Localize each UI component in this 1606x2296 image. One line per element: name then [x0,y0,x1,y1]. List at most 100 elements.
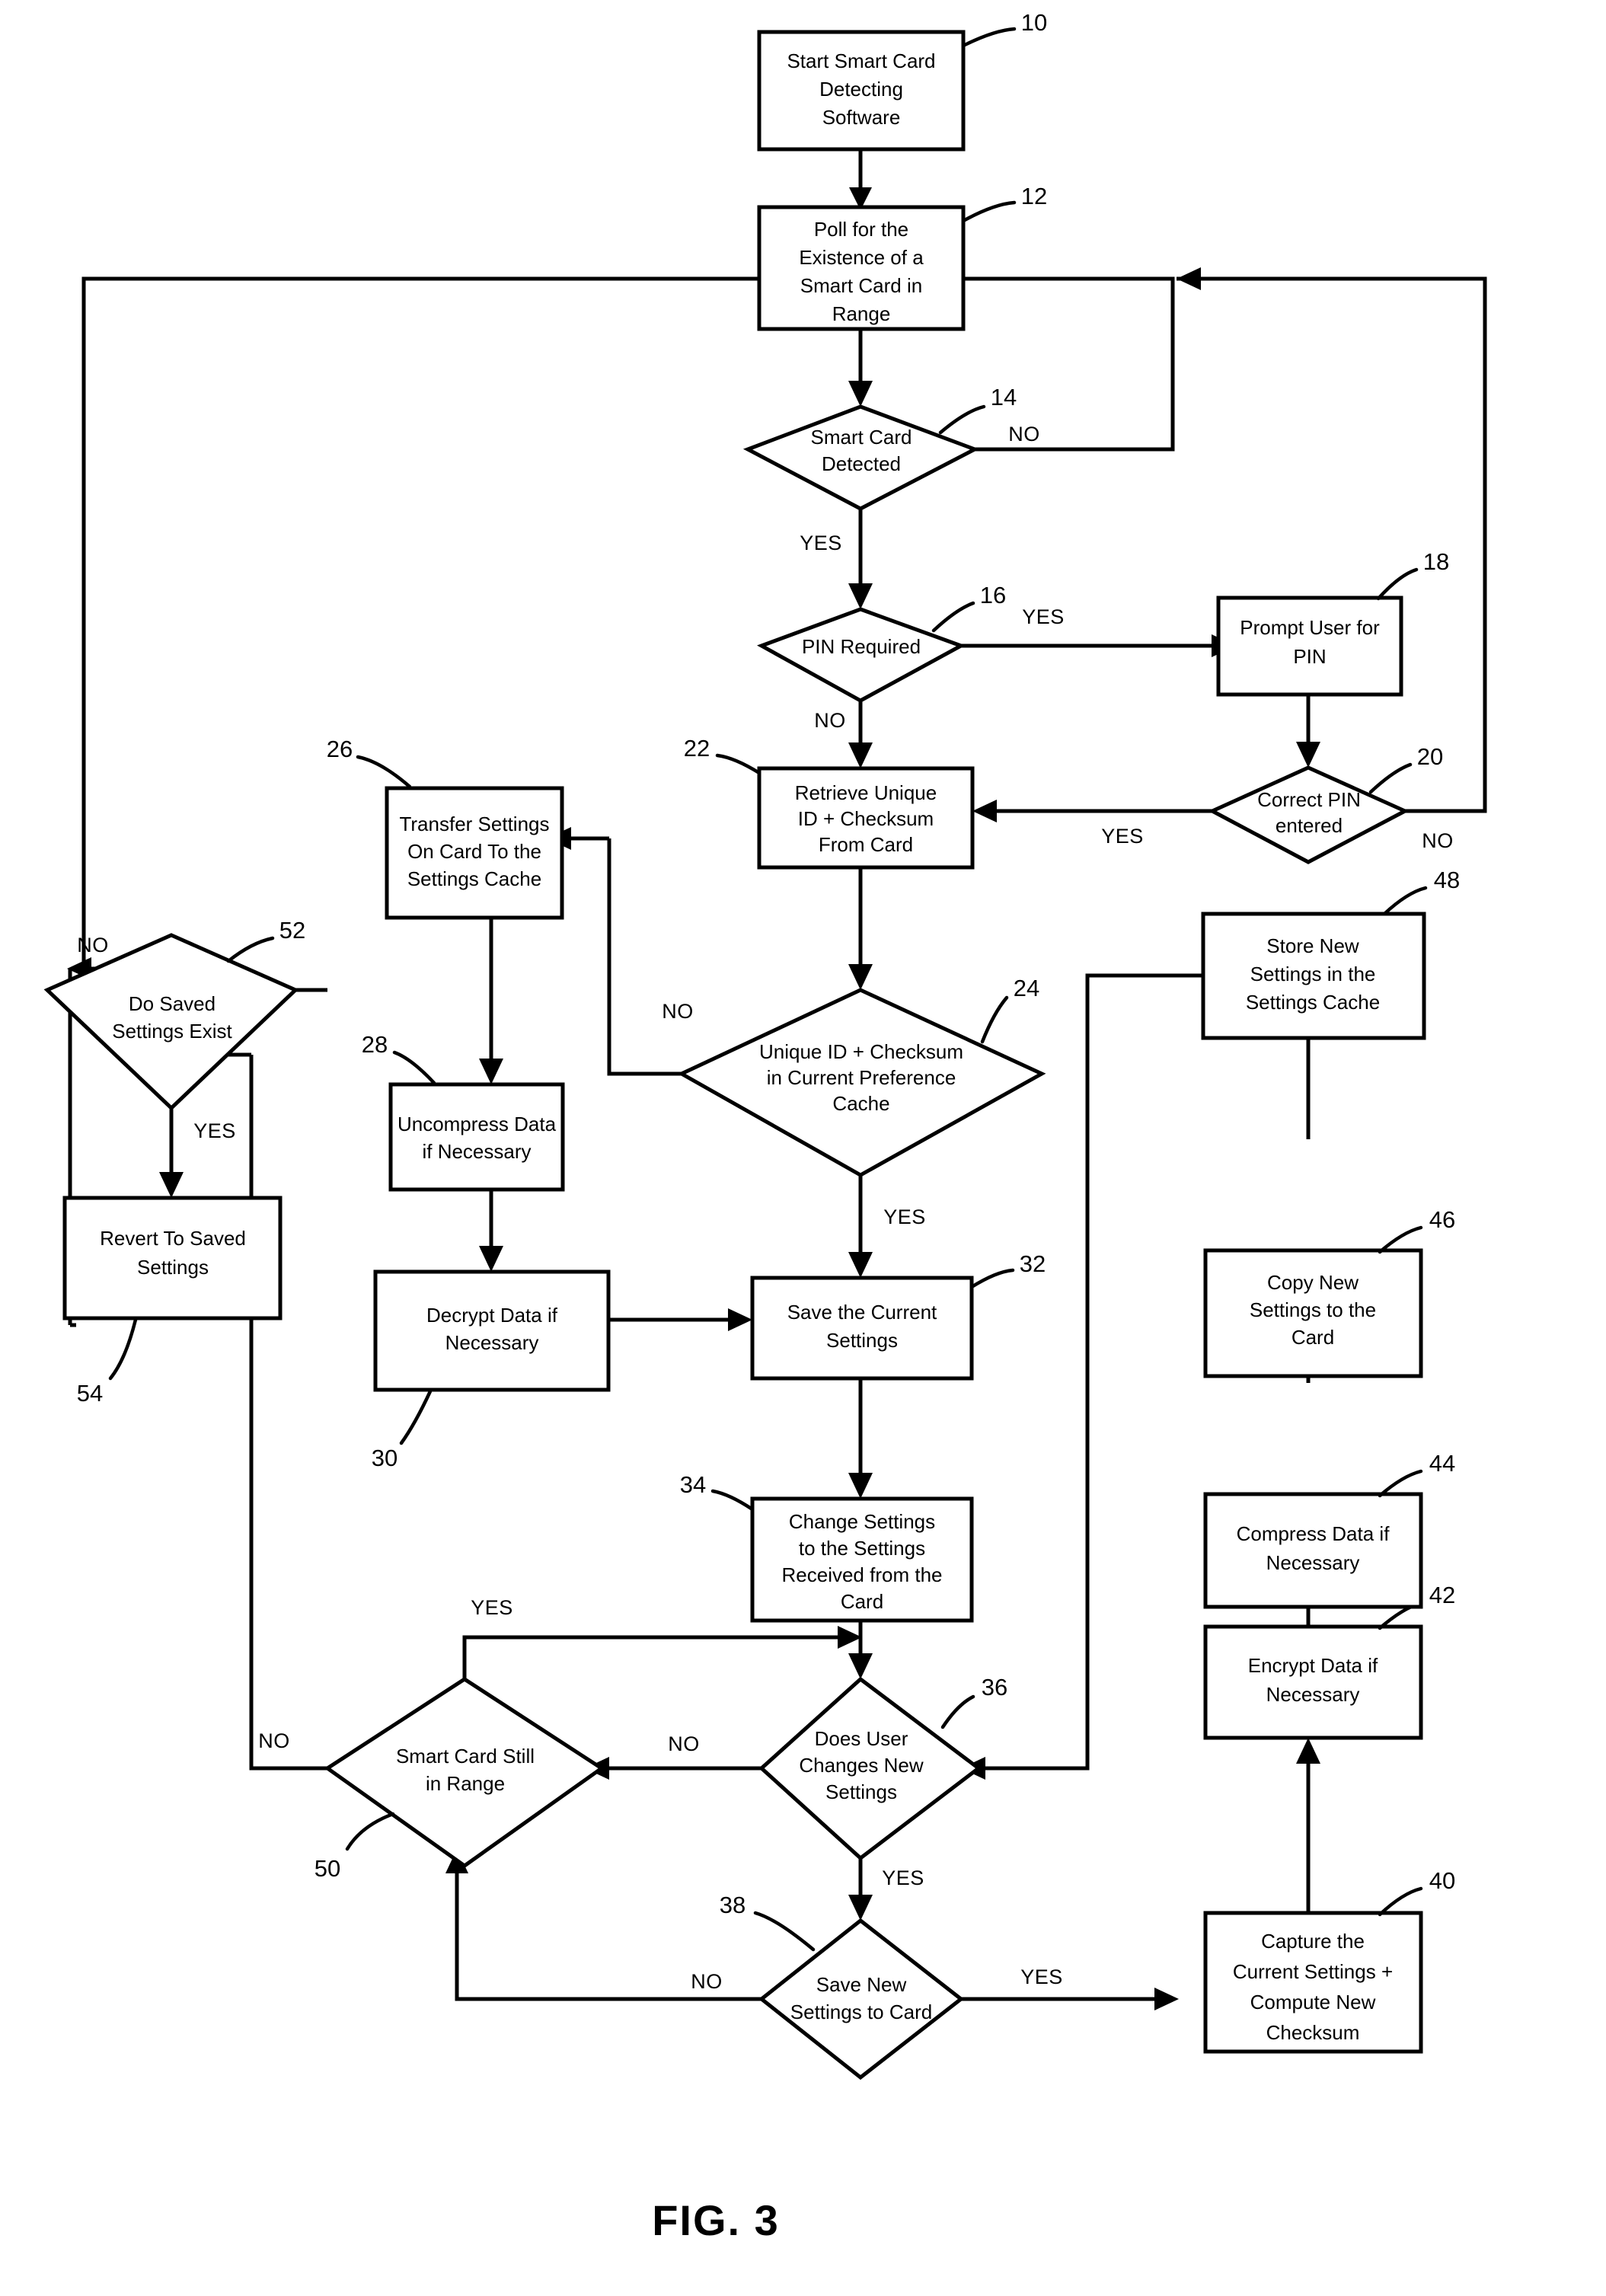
arrowhead-transfer-to-uncompress [479,1059,503,1084]
arrowhead-savedexist-yes [159,1172,184,1198]
node-smart-card-detected[interactable]: Smart Card Detected 14 [742,384,1017,511]
ref-number: 50 [314,1855,340,1882]
leader-line [940,1694,975,1729]
node-label-line: Settings [825,1780,897,1803]
node-prompt-user-for-pin[interactable]: Prompt User for PIN 18 [1216,548,1449,697]
node-label-line: Necessary [1266,1551,1360,1574]
ref-number: 24 [1014,975,1039,1001]
edge-label-still-in-range-no: NO [258,1729,290,1752]
node-poll-for-existence-of-smart-card[interactable]: Poll for the Existence of a Smart Card i… [757,183,1047,331]
node-correct-pin-entered[interactable]: Correct PIN entered 20 [1208,743,1443,864]
arrowhead-uncompress-to-decrypt [479,1246,503,1272]
node-store-new-settings-in-cache[interactable]: Store New Settings in the Settings Cache… [1201,867,1460,1040]
ref-number: 44 [1429,1450,1455,1477]
node-label-line: On Card To the [407,840,541,863]
node-capture-current-settings[interactable]: Capture the Current Settings + Compute N… [1203,1867,1455,2054]
node-label-line: Decrypt Data if [426,1304,558,1327]
ref-number: 18 [1423,548,1449,575]
node-transfer-settings-to-cache[interactable]: Transfer Settings On Card To the Setting… [327,736,564,920]
node-decrypt-data[interactable]: Decrypt Data if Necessary 30 [372,1269,611,1471]
node-label-line: if Necessary [422,1140,531,1163]
node-label-line: Smart Card Still [396,1745,535,1768]
node-label-line: to the Settings [799,1537,925,1560]
node-label-line: Card [841,1590,883,1613]
node-label-line: Settings [826,1329,898,1352]
node-label-line: Detected [822,452,901,475]
arrowhead-pin-required-no [848,742,873,768]
node-label-line: Settings to Card [790,2001,932,2023]
node-label-line: Transfer Settings [399,813,549,835]
ref-number: 10 [1021,9,1047,36]
node-label-line: Settings in the [1250,963,1376,985]
node-does-user-change-new-settings[interactable]: Does User Changes New Settings 36 [758,1674,1007,1861]
node-label-line: Encrypt Data if [1248,1654,1378,1677]
node-label-line: ID + Checksum [798,807,934,830]
node-label-line: Current Settings + [1233,1960,1393,1983]
edge-label-still-in-range-yes: YES [471,1596,513,1619]
leader-line [1378,1469,1423,1498]
ref-number: 20 [1417,743,1443,770]
node-label-line: Start Smart Card [787,49,935,72]
arrowhead-cache-yes [848,1252,873,1278]
flowchart-diagram: Start Smart Card Detecting Software 10 P… [43,9,1487,2244]
arrowhead-save-to-change [848,1473,873,1499]
leader-line [1382,886,1428,916]
node-copy-new-settings-to-card[interactable]: Copy New Settings to the Card 46 [1203,1206,1455,1378]
node-change-settings-from-card[interactable]: Change Settings to the Settings Received… [680,1471,974,1623]
node-label-line: Settings Cache [1246,991,1380,1014]
node-smart-card-still-in-range[interactable]: Smart Card Still in Range 50 [314,1677,605,1882]
ref-number: 26 [327,736,353,762]
node-revert-to-saved-settings[interactable]: Revert To Saved Settings 54 [62,1196,283,1407]
edge-label-cache-no: NO [662,1000,694,1023]
ref-number: 14 [991,384,1017,410]
node-label-line: From Card [819,833,913,856]
node-label-line: Software [822,106,901,129]
node-compress-data[interactable]: Compress Data if Necessary 44 [1203,1450,1455,1609]
node-label-line: Existence of a [799,246,924,269]
figure-caption: FIG. 3 [652,2196,780,2244]
edge-label-cache-yes: YES [883,1205,926,1228]
node-pin-required[interactable]: PIN Required 16 [757,582,1006,703]
node-label-line: Smart Card [811,426,912,449]
leader-line [1368,762,1413,794]
node-label-line: Changes New [799,1754,924,1777]
leader-line [1378,1225,1423,1254]
node-label-line: Settings [137,1256,209,1279]
edge-store-to-userchanges [979,973,1203,1771]
node-uncompress-data[interactable]: Uncompress Data if Necessary 28 [362,1031,565,1192]
edge-label-pin-required-yes: YES [1022,605,1065,628]
arrowhead-correct-pin-yes [972,800,997,822]
node-label-line: in Range [426,1772,505,1795]
ref-number: 12 [1021,183,1047,209]
node-retrieve-unique-id-checksum[interactable]: Retrieve Unique ID + Checksum From Card … [684,735,975,870]
leader-line [715,753,761,775]
node-label-line: Copy New [1267,1271,1359,1294]
arrowhead-retrieve-to-cache [848,964,873,990]
node-unique-id-in-preference-cache[interactable]: Unique ID + Checksum in Current Preferen… [677,975,1046,1177]
edge-label-saved-exist-no: NO [77,934,109,956]
node-label-line: Necessary [445,1331,539,1354]
ref-number: 32 [1020,1250,1046,1277]
edge-label-correct-pin-no: NO [1422,829,1454,852]
leader-line [226,936,275,963]
leader-line [345,1812,395,1851]
leader-line [108,1317,138,1381]
node-save-new-settings-to-card[interactable]: Save New Settings to Card 38 [720,1892,965,2080]
node-label-line: Poll for the [814,218,908,241]
ref-number: 38 [720,1892,746,1918]
node-label-line: Settings to the [1250,1298,1376,1321]
node-label-line: Received from the [782,1563,943,1586]
arrowhead-correct-pin-no-loop [1177,267,1201,290]
ref-number: 16 [980,582,1006,608]
node-label-line: PIN [1293,645,1326,668]
arrowhead-poll-to-detected [848,381,873,407]
node-start-smart-card-detecting-software[interactable]: Start Smart Card Detecting Software 10 [757,9,1047,152]
edge-label-detected-yes: YES [800,532,842,554]
node-save-the-current-settings[interactable]: Save the Current Settings 32 [750,1250,1046,1381]
leader-line [356,755,412,789]
ref-number: 42 [1429,1582,1455,1608]
edge-correct-pin-no-loop [1177,276,1487,813]
node-label-line: Necessary [1266,1683,1360,1706]
arrowhead-userchanges-yes [848,1895,873,1921]
ref-number: 54 [77,1380,103,1407]
